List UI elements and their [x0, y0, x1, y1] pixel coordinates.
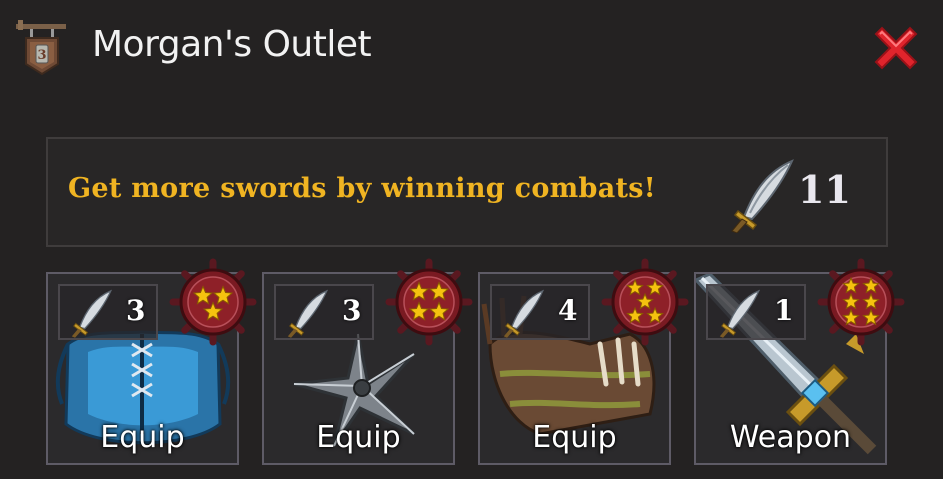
sword-currency-icon: [719, 289, 761, 338]
item-label: Equip: [100, 420, 185, 455]
sword-currency-icon: [71, 289, 113, 338]
star-rank-icon: [385, 258, 473, 346]
info-banner: Get more swords by winning combats! 11: [46, 137, 888, 247]
star-rank-icon: [169, 258, 257, 346]
sword-currency-icon: [287, 289, 329, 338]
item-label: Equip: [316, 420, 401, 455]
svg-text:3: 3: [37, 48, 46, 63]
banner-message: Get more swords by winning combats!: [68, 173, 656, 204]
page-title: Morgan's Outlet: [92, 24, 372, 65]
close-icon[interactable]: [868, 20, 924, 76]
wheel-center: [403, 276, 455, 328]
item-cost-value: 1: [774, 294, 794, 327]
sword-count: 11: [798, 167, 851, 212]
wheel-center: [835, 276, 887, 328]
item-label: Weapon: [729, 420, 852, 455]
item-cost-value: 3: [126, 294, 146, 327]
item-cost: 3: [274, 284, 374, 340]
item-cost: 1: [706, 284, 806, 340]
sword-currency-icon: [503, 289, 545, 338]
item-cost-value: 3: [342, 294, 362, 327]
sword-currency-icon: [731, 159, 794, 233]
shop-sign-icon: 3: [16, 20, 66, 76]
item-cost: 4: [490, 284, 590, 340]
item-cost-value: 4: [558, 294, 578, 327]
star-rank-icon: [817, 258, 905, 346]
item-label: Equip: [532, 420, 617, 455]
item-cost: 3: [58, 284, 158, 340]
star-rank-icon: [601, 258, 689, 346]
header-bar: 3 Morgan's Outlet: [0, 0, 943, 100]
